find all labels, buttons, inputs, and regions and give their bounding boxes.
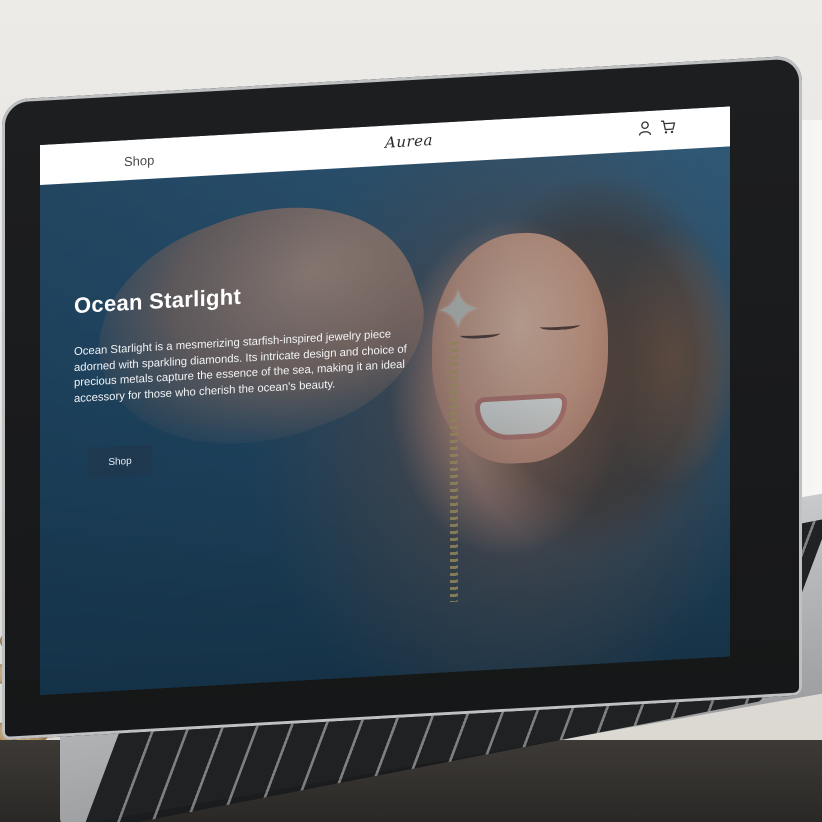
user-icon[interactable]	[638, 120, 652, 137]
laptop-screen: ✦ Shop Aurea Ocean Starlight Ocean Starl…	[40, 106, 730, 695]
hero-shop-button[interactable]: Shop	[88, 444, 152, 479]
nav-shop-link[interactable]: Shop	[124, 153, 154, 170]
hero-overlay	[40, 144, 730, 695]
brand-logo[interactable]: Aurea	[385, 131, 433, 152]
cart-icon[interactable]	[660, 118, 676, 135]
